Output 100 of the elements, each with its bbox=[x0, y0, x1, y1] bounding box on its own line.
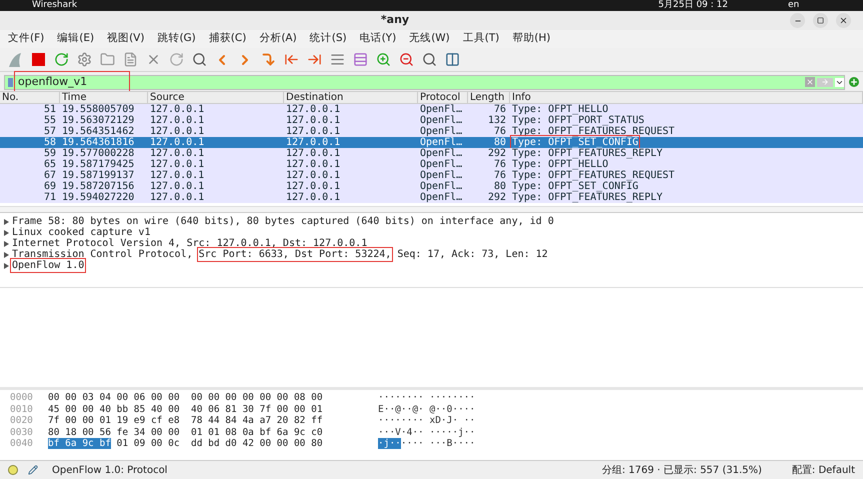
menu-item[interactable]: 跳转(G) bbox=[157, 31, 196, 47]
packet-row[interactable]: 65 19.587179425 127.0.0.1 127.0.0.1 OpenFl… 76 Type: OFPT_HELLO bbox=[0, 159, 863, 170]
packet-cell-text: 76 bbox=[492, 126, 507, 137]
close-button[interactable] bbox=[836, 13, 851, 28]
menu-item[interactable]: 帮助(H) bbox=[512, 31, 550, 47]
edit-comment-icon[interactable] bbox=[28, 465, 38, 475]
packet-row[interactable]: 71 19.594027220 127.0.0.1 127.0.0.1 OpenFl… 292 Type: OFPT_FEATURES_REPLY bbox=[0, 192, 863, 203]
packet-cell-text: 19.594027220 bbox=[61, 192, 136, 203]
packet-row[interactable]: 67 19.587199137 127.0.0.1 127.0.0.1 OpenFl… 76 Type: OFPT_FEATURES_REQUEST bbox=[0, 170, 863, 181]
profile-text[interactable]: 配置: Default bbox=[792, 462, 855, 478]
packet-cell-text: 59 bbox=[42, 148, 57, 159]
hex-ascii: E··@··@· @··0···· bbox=[378, 404, 476, 415]
minimize-button[interactable] bbox=[790, 13, 805, 28]
packet-cell-text: Type: OFPT_SET_CONFIG bbox=[511, 137, 640, 148]
packet-cell-text: 19.577000228 bbox=[61, 148, 136, 159]
packet-cell-text: 127.0.0.1 bbox=[149, 148, 206, 159]
column-header[interactable]: Protocol bbox=[418, 92, 468, 103]
dropdown-caret-icon[interactable] bbox=[835, 78, 844, 86]
packet-cell-text: 127.0.0.1 bbox=[149, 159, 206, 170]
packet-cell-text: 127.0.0.1 bbox=[149, 115, 206, 126]
packet-row[interactable]: 59 19.577000228 127.0.0.1 127.0.0.1 OpenFl… 292 Type: OFPT_FEATURES_REPLY bbox=[0, 148, 863, 159]
packet-cell-text: OpenFl… bbox=[419, 181, 464, 192]
clock: 5月25日 09 : 12 bbox=[657, 0, 728, 11]
hex-offset: 0010 bbox=[10, 404, 34, 415]
status-indicator-icon[interactable] bbox=[8, 465, 18, 475]
window-title: *any bbox=[380, 12, 410, 28]
packet-row[interactable]: 58 19.564361816 127.0.0.1 127.0.0.1 OpenFl… 80 Type: OFPT_SET_CONFIG bbox=[0, 137, 863, 148]
hex-bytes: 45 00 00 40 bb 85 40 00 40 06 81 30 7f 00 00 01 bbox=[48, 404, 324, 415]
packet-cell-text: 127.0.0.1 bbox=[285, 159, 342, 170]
packet-cell-text: 19.564351462 bbox=[61, 126, 136, 137]
menu-item[interactable]: 捕获(C) bbox=[208, 31, 246, 47]
packet-row[interactable]: 69 19.587207156 127.0.0.1 127.0.0.1 OpenFl… 80 Type: OFPT_SET_CONFIG bbox=[0, 181, 863, 192]
packet-cell-text: OpenFl… bbox=[419, 126, 464, 137]
packet-cell-text: 127.0.0.1 bbox=[285, 115, 342, 126]
detail-line[interactable]: OpenFlow 1.0 bbox=[12, 260, 84, 271]
packet-cell-text: 127.0.0.1 bbox=[149, 137, 206, 148]
packet-cell-text: 19.563072129 bbox=[61, 115, 136, 126]
packet-cell-text: OpenFl… bbox=[419, 159, 464, 170]
packet-row[interactable]: 57 19.564351462 127.0.0.1 127.0.0.1 OpenFl… 76 Type: OFPT_FEATURES_REQUEST bbox=[0, 126, 863, 137]
packet-cell-text: 80 bbox=[492, 181, 507, 192]
detail-line[interactable]: Transmission Control Protocol, Src Port: 6633, Dst Port: 53224, Seq: 17, Ack: 73, Len: 12 bbox=[12, 249, 548, 260]
detail-line[interactable]: Internet Protocol Version 4, Src: 127.0.0.1, Dst: 127.0.0.1 bbox=[12, 238, 368, 249]
packet-cell-text: 127.0.0.1 bbox=[149, 126, 206, 137]
packet-cell-text: 292 bbox=[486, 192, 507, 203]
menu-item[interactable]: 文件(F) bbox=[8, 31, 44, 47]
packet-cell-text: 76 bbox=[492, 170, 507, 181]
menu-item[interactable]: 编辑(E) bbox=[57, 31, 94, 47]
menu-item[interactable]: 无线(W) bbox=[409, 31, 450, 47]
packet-cell-text: 19.558005709 bbox=[61, 104, 136, 115]
horizontal-scrollbar[interactable] bbox=[0, 206, 863, 212]
packet-row[interactable]: 51 19.558005709 127.0.0.1 127.0.0.1 OpenFl… 76 Type: OFPT_HELLO bbox=[0, 104, 863, 115]
detail-line[interactable]: Linux cooked capture v1 bbox=[12, 227, 150, 238]
packet-cell-text: 76 bbox=[492, 159, 507, 170]
packet-cell-text: 67 bbox=[42, 170, 57, 181]
packet-cell-text: 127.0.0.1 bbox=[149, 104, 206, 115]
column-header[interactable]: Source bbox=[148, 92, 284, 103]
column-header[interactable]: No. bbox=[0, 92, 60, 103]
menu-item[interactable]: 工具(T) bbox=[462, 31, 500, 47]
packet-row[interactable]: 55 19.563072129 127.0.0.1 127.0.0.1 OpenFl… 132 Type: OFPT_PORT_STATUS bbox=[0, 115, 863, 126]
packet-cell-text: Type: OFPT_FEATURES_REPLY bbox=[511, 192, 664, 203]
restore-button[interactable] bbox=[813, 13, 828, 28]
packet-cell-text: Type: OFPT_HELLO bbox=[511, 104, 610, 115]
menu-item[interactable]: 电话(Y) bbox=[360, 31, 396, 47]
detail-line[interactable]: Frame 58: 80 bytes on wire (640 bits), 80 bytes captured (640 bits) on interface any, id 0 bbox=[12, 216, 554, 227]
packet-cell-text: 71 bbox=[42, 192, 57, 203]
hex-offset: 0030 bbox=[10, 426, 34, 438]
restore-icon bbox=[817, 17, 824, 24]
hex-bytes: bf 6a 9c bf 01 09 00 0c dd bd d0 42 00 00 00 80 bbox=[48, 438, 324, 450]
packet-cell-text: OpenFl… bbox=[419, 115, 464, 126]
packet-cell-text: 127.0.0.1 bbox=[149, 192, 206, 203]
packet-cell-text: 127.0.0.1 bbox=[285, 192, 342, 203]
packet-cell-text: 19.587179425 bbox=[61, 159, 136, 170]
hex-ascii: ········ xD·J· ·· bbox=[378, 415, 476, 426]
column-header[interactable]: Info bbox=[510, 92, 863, 103]
packet-cell-text: 19.587207156 bbox=[61, 181, 136, 192]
packet-cell-text: 58 bbox=[42, 137, 57, 148]
add-filter-icon[interactable] bbox=[849, 77, 859, 87]
bookmark-icon[interactable] bbox=[8, 78, 13, 86]
column-header[interactable]: Destination bbox=[284, 92, 418, 103]
packet-cell-text: 57 bbox=[42, 126, 57, 137]
menu-item[interactable]: 统计(S) bbox=[310, 31, 347, 47]
packet-cell-text: 132 bbox=[486, 115, 507, 126]
menu-item[interactable]: 分析(A) bbox=[259, 31, 297, 47]
menu-item[interactable]: 视图(V) bbox=[107, 31, 144, 47]
packet-cell-text: 127.0.0.1 bbox=[285, 104, 342, 115]
column-header[interactable]: Time bbox=[60, 92, 148, 103]
packet-cell-text: 292 bbox=[486, 148, 507, 159]
packet-cell-text: 127.0.0.1 bbox=[149, 181, 206, 192]
hex-bytes: 7f 00 00 01 19 e9 cf e8 78 44 84 4a a7 20 82 ff bbox=[48, 415, 324, 426]
packet-cell-text: Type: OFPT_FEATURES_REQUEST bbox=[511, 170, 676, 181]
packet-cell-text: 80 bbox=[492, 137, 507, 148]
hex-ascii: ········ ········ bbox=[378, 392, 476, 404]
hex-offset: 0040 bbox=[10, 438, 34, 450]
hex-offset: 0000 bbox=[10, 392, 34, 404]
column-header[interactable]: Length bbox=[468, 92, 510, 103]
hex-bytes: 80 18 00 56 fe 34 00 00 01 01 08 0a bf 6a 9c c0 bbox=[48, 426, 324, 438]
packet-cell-text: OpenFl… bbox=[419, 192, 464, 203]
packet-cell-text: 127.0.0.1 bbox=[149, 170, 206, 181]
clear-icon[interactable] bbox=[805, 77, 815, 87]
packet-cell-text: 127.0.0.1 bbox=[285, 181, 342, 192]
